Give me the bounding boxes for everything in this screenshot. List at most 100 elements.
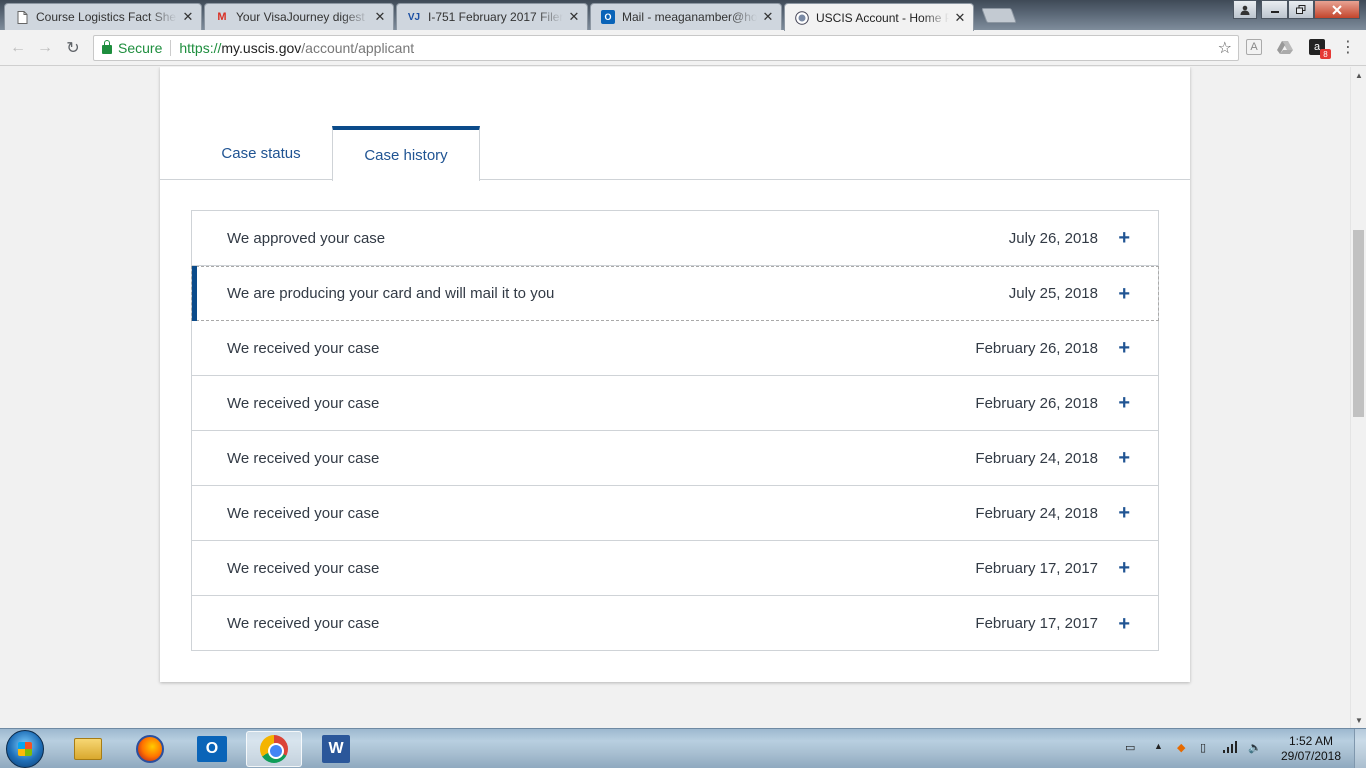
windows-taskbar: O W ▭ ▲ ◆ ▯ 🔈 1:52 AM 29/07/2018 [0, 728, 1366, 768]
outlook-icon: O [601, 10, 615, 24]
browser-tab[interactable]: Course Logistics Fact She ✕ [4, 3, 202, 30]
expand-plus-icon[interactable]: + [1118, 448, 1130, 468]
outlook-icon[interactable]: O [184, 731, 240, 767]
close-icon[interactable]: ✕ [373, 9, 387, 25]
history-date: February 17, 2017 [975, 559, 1098, 577]
show-hidden-icons-icon[interactable]: ▲ [1154, 741, 1163, 751]
history-description: We received your case [227, 339, 380, 357]
expand-plus-icon[interactable]: + [1118, 614, 1130, 634]
browser-tab-active[interactable]: USCIS Account - Home P ✕ [784, 3, 974, 31]
history-row[interactable]: We approved your case July 26, 2018 + [192, 211, 1158, 266]
tab-title: USCIS Account - Home P [816, 10, 949, 25]
expand-plus-icon[interactable]: + [1118, 393, 1130, 413]
expand-plus-icon[interactable]: + [1118, 338, 1130, 358]
history-row[interactable]: We received your case February 24, 2018 … [192, 431, 1158, 486]
bookmark-star-icon[interactable]: ☆ [1218, 38, 1232, 58]
history-date: July 26, 2018 [1008, 229, 1098, 247]
history-description: We received your case [227, 615, 380, 632]
document-icon [15, 10, 29, 24]
case-history-list: We approved your case July 26, 2018 + We… [191, 210, 1159, 651]
history-description: We approved your case [227, 229, 386, 247]
new-tab-button[interactable] [981, 8, 1017, 23]
drive-icon[interactable] [1277, 39, 1293, 55]
divider [170, 40, 172, 56]
menu-icon[interactable]: ⋮ [1340, 39, 1356, 56]
show-desktop-button[interactable] [1354, 729, 1366, 768]
expand-plus-icon[interactable]: + [1118, 284, 1130, 304]
history-row[interactable]: We are producing your card and will mail… [191, 266, 1159, 321]
browser-tab[interactable]: O Mail - meaganamber@ho ✕ [590, 3, 782, 30]
reload-icon[interactable]: ↻ [62, 37, 84, 59]
network-signal-icon[interactable] [1222, 741, 1238, 756]
page-viewport: Case status Case history We approved you… [0, 67, 1350, 728]
expand-plus-icon[interactable]: + [1118, 503, 1130, 523]
history-description: We received your case [227, 504, 380, 522]
tab-title: Mail - meaganamber@ho [622, 10, 757, 24]
clock-time: 1:52 AM [1288, 734, 1334, 748]
power-icon[interactable]: ▯ [1200, 741, 1206, 754]
gmail-icon: M [217, 11, 227, 23]
back-arrow-icon[interactable]: ← [7, 37, 29, 59]
browser-tab[interactable]: VJ I-751 February 2017 Filer ✕ [396, 3, 588, 30]
history-date: February 26, 2018 [975, 394, 1098, 412]
file-explorer-icon[interactable] [60, 731, 116, 767]
history-date: February 26, 2018 [975, 339, 1098, 357]
tab-title: Your VisaJourney digest - [236, 10, 369, 24]
tab-title: Course Logistics Fact She [36, 10, 177, 24]
secure-label: Secure [118, 40, 163, 56]
scroll-down-arrow-icon[interactable]: ▼ [1351, 712, 1366, 728]
word-icon[interactable]: W [308, 731, 364, 767]
volume-icon[interactable]: 🔈 [1248, 741, 1262, 754]
extension-icon[interactable]: A [1246, 39, 1262, 55]
history-date: February 17, 2017 [975, 615, 1098, 632]
history-row[interactable]: We received your case February 17, 2017 … [192, 596, 1158, 651]
expand-plus-icon[interactable]: + [1118, 558, 1130, 578]
clock-date: 29/07/2018 [1280, 749, 1342, 763]
history-row[interactable]: We received your case February 24, 2018 … [192, 486, 1158, 541]
lock-icon [102, 40, 112, 54]
url-host: my.uscis.gov [221, 40, 302, 56]
close-icon[interactable]: ✕ [761, 9, 775, 25]
scroll-up-arrow-icon[interactable]: ▲ [1351, 67, 1366, 83]
history-date: July 25, 2018 [1008, 285, 1098, 302]
close-window-button[interactable] [1314, 0, 1360, 19]
history-date: February 24, 2018 [975, 504, 1098, 522]
extension-badge: 8 [1320, 49, 1331, 59]
history-row[interactable]: We received your case February 17, 2017 … [192, 541, 1158, 596]
case-card: Case status Case history We approved you… [160, 67, 1190, 682]
start-button[interactable] [6, 730, 44, 768]
notification-icon[interactable]: ◆ [1177, 741, 1185, 754]
history-description: We are producing your card and will mail… [227, 285, 555, 302]
close-icon[interactable]: ✕ [567, 9, 581, 25]
restore-button[interactable] [1288, 0, 1314, 19]
case-tabs: Case status Case history [160, 126, 1190, 181]
address-bar[interactable]: Secure https://my.uscis.gov/account/appl… [93, 35, 1239, 61]
history-description: We received your case [227, 394, 380, 412]
keyboard-icon[interactable]: ▭ [1125, 741, 1135, 754]
uscis-seal-icon [795, 10, 809, 25]
vertical-scrollbar[interactable]: ▲ ▼ [1350, 67, 1366, 728]
forward-arrow-icon[interactable]: → [34, 37, 56, 59]
system-clock[interactable]: 1:52 AM 29/07/2018 [1276, 734, 1346, 764]
visajourney-icon: VJ [407, 11, 421, 23]
url-path: /account/applicant [301, 40, 415, 56]
firefox-icon[interactable] [122, 731, 178, 767]
url-scheme: https:// [179, 40, 222, 56]
close-icon[interactable]: ✕ [953, 10, 967, 26]
browser-toolbar: ← → ↻ Secure https://my.uscis.gov/accoun… [0, 30, 1366, 66]
scrollbar-thumb[interactable] [1353, 230, 1364, 417]
chrome-icon[interactable] [246, 731, 302, 767]
history-description: We received your case [227, 449, 380, 467]
browser-tab[interactable]: M Your VisaJourney digest - ✕ [204, 3, 394, 30]
history-row[interactable]: We received your case February 26, 2018 … [192, 376, 1158, 431]
history-date: February 24, 2018 [975, 449, 1098, 467]
tab-case-status[interactable]: Case status [190, 126, 332, 180]
url-text: https://my.uscis.gov/account/applicant [179, 40, 414, 56]
history-row[interactable]: We received your case February 26, 2018 … [192, 321, 1158, 376]
tab-case-history[interactable]: Case history [332, 126, 480, 181]
profile-icon[interactable] [1233, 0, 1257, 19]
expand-plus-icon[interactable]: + [1118, 228, 1130, 248]
minimize-button[interactable] [1261, 0, 1288, 19]
browser-tab-strip: Course Logistics Fact She ✕ M Your VisaJ… [0, 0, 1366, 31]
close-icon[interactable]: ✕ [181, 9, 195, 25]
